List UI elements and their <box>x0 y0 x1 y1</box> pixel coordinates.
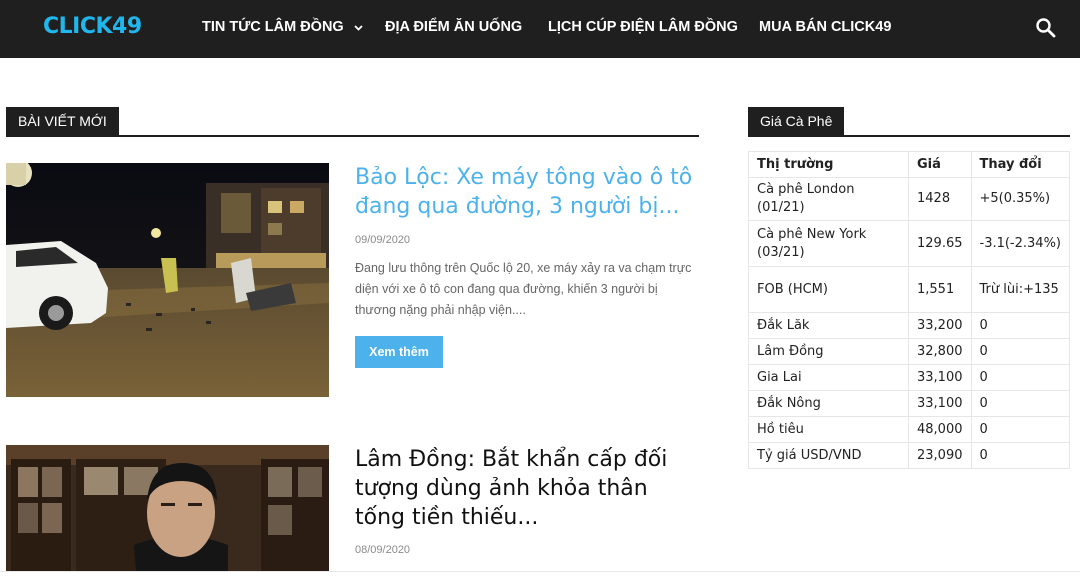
article-date: 08/09/2020 <box>355 544 411 556</box>
price-cell: 1428 <box>908 177 972 221</box>
divider <box>0 571 1080 572</box>
table-row: Gia Lai 33,100 0 <box>748 364 1070 391</box>
change-cell: 0 <box>970 390 1070 417</box>
price-cell: 32,800 <box>908 338 972 365</box>
change-cell: Trừ lùi:+135 <box>970 266 1070 313</box>
table-header-row: Thị trường Giá Thay đổi <box>748 151 1070 178</box>
coffee-price-table: Thị trường Giá Thay đổi Cà phê London (0… <box>748 151 1070 469</box>
nav-label: TIN TỨC LÂM ĐỒNG <box>202 19 344 35</box>
section-title: BÀI VIẾT MỚI <box>6 107 119 135</box>
night-accident-image <box>6 163 329 397</box>
change-cell: 0 <box>970 312 1070 339</box>
nav-dia-diem-an-uong[interactable]: ĐỊA ĐIỂM ĂN UỐNG <box>385 19 522 35</box>
read-more-button[interactable]: Xem thêm <box>355 336 443 368</box>
change-cell: 0 <box>970 416 1070 443</box>
article-title[interactable]: Lâm Đồng: Bắt khẩn cấp đối tượng dùng ản… <box>355 445 695 532</box>
market-cell: Cà phê London (01/21) <box>748 177 909 221</box>
change-cell: -3.1(-2.34%) <box>970 220 1070 267</box>
top-navbar: CLICK49 TIN TỨC LÂM ĐỒNG ĐỊA ĐIỂM ĂN UỐN… <box>0 0 1080 58</box>
article-title[interactable]: Bảo Lộc: Xe máy tông vào ô tô đang qua đ… <box>355 163 695 221</box>
nav-mua-ban-click49[interactable]: MUA BÁN CLICK49 <box>759 19 891 35</box>
table-row: Hồ tiêu 48,000 0 <box>748 416 1070 443</box>
nav-lich-cup-dien[interactable]: LỊCH CÚP ĐIỆN LÂM ĐỒNG <box>548 19 738 35</box>
table-row: Cà phê London (01/21) 1428 +5(0.35%) <box>748 177 1070 221</box>
table-row: Lâm Đồng 32,800 0 <box>748 338 1070 365</box>
market-cell: Đắk Nông <box>748 390 909 417</box>
site-logo[interactable]: CLICK49 <box>43 14 142 39</box>
chevron-down-icon <box>354 19 363 35</box>
article-date: 09/09/2020 <box>355 234 411 246</box>
price-cell: 23,090 <box>908 442 972 469</box>
article-thumbnail[interactable] <box>6 163 329 397</box>
table-row: Đắk Nông 33,100 0 <box>748 390 1070 417</box>
change-cell: +5(0.35%) <box>970 177 1070 221</box>
nav-tin-tuc-lam-dong[interactable]: TIN TỨC LÂM ĐỒNG <box>202 19 363 35</box>
section-header-gia-ca-phe: Giá Cà Phê <box>748 107 1070 137</box>
table-row: Tỷ giá USD/VND 23,090 0 <box>748 442 1070 469</box>
column-header: Giá <box>908 151 972 178</box>
price-cell: 1,551 <box>908 266 972 313</box>
market-cell: FOB (HCM) <box>748 266 909 313</box>
change-cell: 0 <box>970 364 1070 391</box>
market-cell: Hồ tiêu <box>748 416 909 443</box>
market-cell: Đắk Lăk <box>748 312 909 339</box>
market-cell: Gia Lai <box>748 364 909 391</box>
change-cell: 0 <box>970 442 1070 469</box>
change-cell: 0 <box>970 338 1070 365</box>
price-cell: 33,100 <box>908 364 972 391</box>
price-cell: 33,100 <box>908 390 972 417</box>
suspect-photo-image <box>6 445 329 571</box>
table-row: Cà phê New York (03/21) 129.65 -3.1(-2.3… <box>748 220 1070 267</box>
article-excerpt: Đang lưu thông trên Quốc lộ 20, xe máy x… <box>355 261 692 317</box>
section-header-bai-viet-moi: BÀI VIẾT MỚI <box>6 107 699 137</box>
market-cell: Cà phê New York (03/21) <box>748 220 909 267</box>
table-row: Đắk Lăk 33,200 0 <box>748 312 1070 339</box>
search-icon[interactable] <box>1035 17 1057 39</box>
article-thumbnail[interactable] <box>6 445 329 571</box>
section-title: Giá Cà Phê <box>748 107 845 135</box>
column-header: Thị trường <box>748 151 909 178</box>
market-cell: Tỷ giá USD/VND <box>748 442 909 469</box>
price-cell: 129.65 <box>908 220 972 267</box>
price-cell: 48,000 <box>908 416 972 443</box>
column-header: Thay đổi <box>970 151 1070 178</box>
market-cell: Lâm Đồng <box>748 338 909 365</box>
price-cell: 33,200 <box>908 312 972 339</box>
table-row: FOB (HCM) 1,551 Trừ lùi:+135 <box>748 266 1070 313</box>
